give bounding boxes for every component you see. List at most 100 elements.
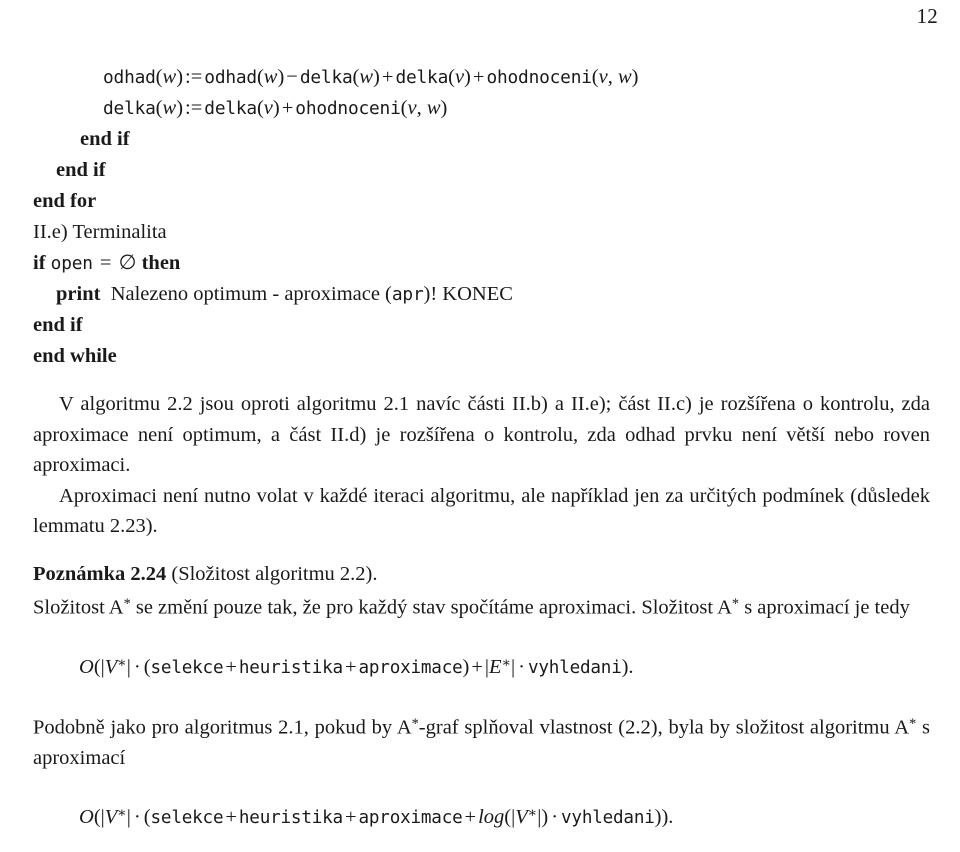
paren-open: ( <box>155 97 163 119</box>
operator-assign: := <box>185 97 203 119</box>
paren-open: ( <box>591 66 599 88</box>
term-vyhledani: vyhledani <box>527 657 622 678</box>
term-heuristika: heuristika <box>238 808 343 829</box>
dot-operator: · <box>551 806 559 829</box>
identifier-delka: delka <box>299 67 353 88</box>
operator-plus: + <box>225 655 237 678</box>
identifier-apr: apr <box>391 284 424 305</box>
paren-open: ( <box>155 66 163 88</box>
algo-line-end-if-outer: end if <box>33 155 930 186</box>
keyword-if: if <box>33 252 46 274</box>
identifier-ohodnoceni: ohodnoceni <box>295 98 401 119</box>
star-superscript: ∗ <box>527 806 538 822</box>
paragraph-algorithm-differences: V algoritmu 2.2 jsou oproti algoritmu 2.… <box>33 393 930 476</box>
paren-open: ( <box>143 806 151 829</box>
complexity-text-post: se změní pouze tak, že pro každý stav sp… <box>130 596 732 619</box>
astar-text-pre: Podobně jako pro algoritmus 2.1, pokud b… <box>33 716 412 739</box>
variable-w: w <box>426 97 441 119</box>
paren-close: ) <box>464 66 471 88</box>
keyword-end-for: end for <box>33 190 97 212</box>
equation-complexity-2: O(|V∗| · (selekce+ heuristika+ aproximace+lo… <box>33 799 930 833</box>
term-aproximace: aproximace <box>358 808 463 829</box>
term-aproximace: aproximace <box>358 657 463 678</box>
variable-w: w <box>263 66 278 88</box>
comma: , <box>607 66 618 88</box>
complexity-text-tail: s aproximací je tedy <box>739 596 910 619</box>
operator-plus: + <box>471 655 483 678</box>
operator-plus: + <box>464 806 477 829</box>
dot-operator: · <box>133 655 141 678</box>
term-vyhledani: vyhledani <box>561 808 655 829</box>
star-superscript: ∗ <box>501 655 512 671</box>
identifier-ohodnoceni: ohodnoceni <box>486 67 592 88</box>
algo-line-assign-odhad: odhad(w):= odhad(w)− delka(w)+ delka(v)+ oho… <box>33 62 930 93</box>
keyword-print: print <box>56 283 101 305</box>
identifier-delka: delka <box>204 98 257 119</box>
paren-close: ) <box>176 97 184 119</box>
asterisk-superscript: * <box>731 596 740 612</box>
variable-v: v <box>263 97 273 119</box>
identifier-open: open <box>50 253 93 274</box>
algo-line-end-if-terminalita: end if <box>33 310 930 341</box>
note-label: Poznámka 2.24 <box>33 562 167 585</box>
paren-close: ) <box>272 97 280 119</box>
operator-plus: + <box>344 806 357 829</box>
paren-open: ( <box>448 66 455 88</box>
paren-bar-open: (| <box>504 806 516 829</box>
comma: , <box>416 97 427 119</box>
paren-close: ) <box>176 66 184 88</box>
note-heading: Poznámka 2.24 (Složitost algoritmu 2.2). <box>33 559 930 590</box>
emptyset-symbol: ∅ <box>118 252 137 274</box>
algo-line-assign-delka: delka(w):= delka(v)+ ohodnoceni(v, w) <box>33 93 930 124</box>
paren-bar-open: (| <box>93 806 105 829</box>
keyword-end-while: end while <box>33 345 117 367</box>
asterisk-superscript: * <box>123 596 131 612</box>
set-v: V <box>515 806 528 829</box>
big-o-symbol: O <box>79 806 94 829</box>
log-function: log <box>478 806 505 829</box>
term-selekce: selekce <box>150 657 224 678</box>
big-o-symbol: O <box>79 655 94 678</box>
print-message-part1: Nalezeno optimum - aproximace ( <box>100 283 392 305</box>
keyword-then: then <box>141 252 181 274</box>
variable-w: w <box>162 97 177 119</box>
paren-open: ( <box>143 655 151 678</box>
operator-assign: := <box>185 66 203 88</box>
variable-w: w <box>162 66 177 88</box>
keyword-end-if: end if <box>80 128 130 150</box>
complexity-text-pre: Složitost A <box>33 596 124 619</box>
asterisk-superscript: * <box>411 715 419 732</box>
keyword-end-if: end if <box>33 314 83 336</box>
page-number: 12 <box>916 4 938 28</box>
operator-equals: = <box>94 252 117 274</box>
algo-line-print-konec: print Nalezeno optimum - aproximace (apr… <box>33 279 930 310</box>
operator-plus: + <box>225 806 237 829</box>
equation-tail: )). <box>654 806 674 829</box>
note-title: (Složitost algoritmu 2.2). <box>166 562 378 585</box>
identifier-odhad: odhad <box>103 67 156 88</box>
paren-open: ( <box>256 66 264 88</box>
variable-v: v <box>454 66 465 88</box>
print-message-part2: )! KONEC <box>423 283 513 305</box>
paren-close: ) <box>373 66 380 88</box>
identifier-delka: delka <box>395 67 449 88</box>
operator-plus: + <box>281 97 294 119</box>
operator-minus: − <box>286 66 298 88</box>
algo-line-end-while: end while <box>33 341 930 372</box>
star-superscript: ∗ <box>117 655 127 671</box>
equation-complexity-1: O(|V∗| · (selekce+ heuristika+ aproximace)+|… <box>33 649 930 683</box>
variable-v: v <box>598 66 608 88</box>
algorithm-pseudocode-block: odhad(w):= odhad(w)− delka(w)+ delka(v)+ oho… <box>33 62 930 372</box>
identifier-delka: delka <box>103 98 156 119</box>
variable-v: v <box>407 97 417 119</box>
paren-close: ) <box>631 66 639 88</box>
operator-plus: + <box>344 655 357 678</box>
set-v: V <box>104 655 118 678</box>
algo-line-end-for: end for <box>33 186 930 217</box>
document-page: 12 odhad(w):= odhad(w)− delka(w)+ delka(v)+… <box>0 0 960 852</box>
set-e: E <box>489 655 502 678</box>
